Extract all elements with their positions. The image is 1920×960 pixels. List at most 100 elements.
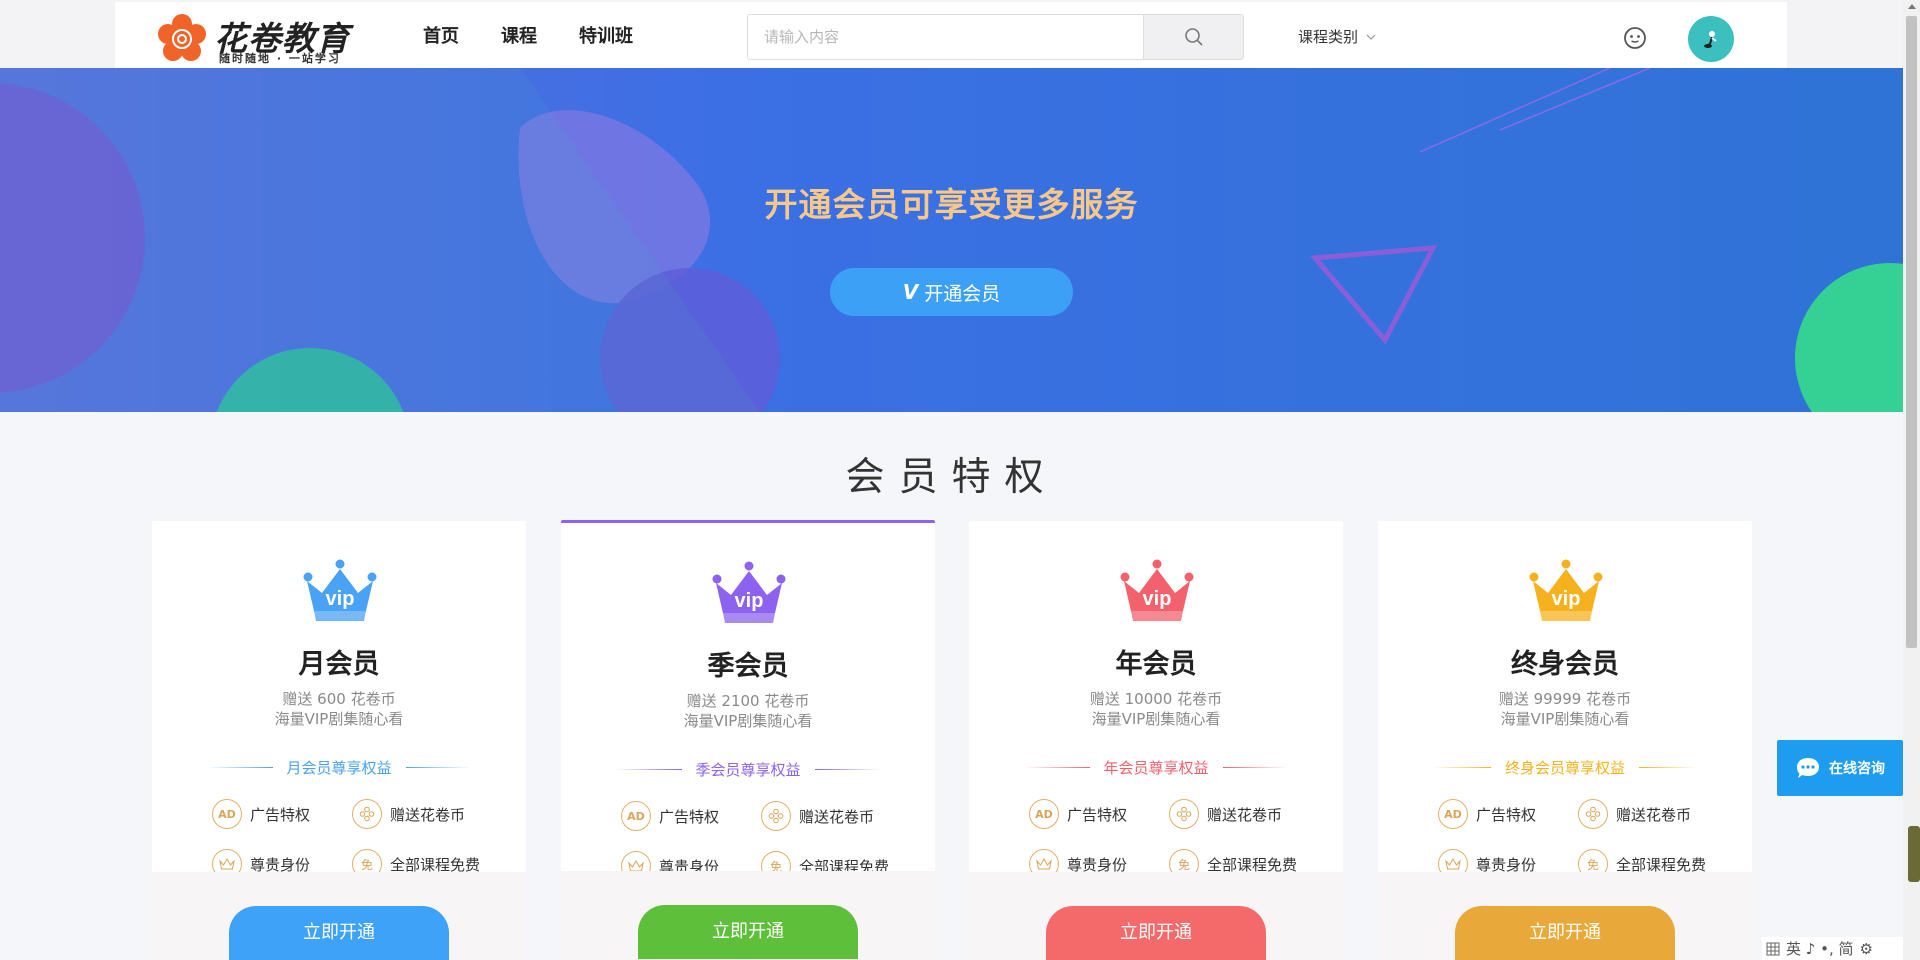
nav-home[interactable]: 首页 [423, 22, 459, 48]
rights-divider: 年会员尊享权益 [1024, 757, 1289, 777]
membership-card: vip 季会员 赠送 2100 花卷币 海量VIP剧集随心看 季会员尊享权益 AD 广告特权… [561, 520, 935, 959]
grid-icon [1766, 942, 1780, 955]
rights-divider: 季会员尊享权益 [616, 759, 881, 779]
user-avatar[interactable] [1688, 16, 1734, 62]
scroll-thumb[interactable] [1906, 16, 1917, 648]
chat-bubble-icon [1797, 758, 1819, 778]
open-now-button[interactable]: 立即开通 [1455, 906, 1675, 960]
card-footer: 立即开通 [969, 872, 1343, 960]
feature-list: AD 广告特权 赠送花卷币 尊贵身份免全部课程免费 [621, 801, 921, 881]
coins-icon [1578, 799, 1608, 829]
ad-icon: AD [1029, 799, 1059, 829]
feature-label: 赠送花卷币 [390, 805, 466, 824]
feature-label: 广告特权 [1067, 805, 1128, 824]
rights-title: 季会员尊享权益 [695, 760, 801, 779]
vip-crown-icon: vip [303, 559, 377, 621]
membership-card: vip 终身会员赠送 99999 花卷币 海量VIP剧集随心看终身会员尊享权益 AD 广… [1378, 521, 1752, 960]
card-bonus: 赠送 600 花卷币 [282, 690, 396, 708]
card-desc-line: 海量VIP剧集随心看 [1091, 710, 1221, 728]
card-bonus: 赠送 2100 花卷币 [686, 692, 810, 710]
online-consult-label: 在线咨询 [1829, 761, 1885, 777]
svg-text:vip: vip [1143, 588, 1172, 610]
feature-coins: 赠送花卷币 [1169, 799, 1329, 829]
feature-ad: AD 广告特权 [212, 799, 352, 829]
card-bonus: 赠送 10000 花卷币 [1089, 690, 1223, 708]
feature-label: 广告特权 [250, 805, 311, 824]
vip-crown-icon: vip [1120, 559, 1194, 621]
feature-label: 赠送花卷币 [1616, 805, 1692, 824]
open-now-button[interactable]: 立即开通 [638, 905, 858, 959]
section-title: 会员特权 [845, 455, 1058, 500]
card-desc-line: 海量VIP剧集随心看 [274, 710, 404, 728]
vip-crown-icon: vip [1529, 559, 1603, 621]
feature-label: 广告特权 [659, 807, 720, 826]
logo[interactable]: 花卷教育 随时随地 · 一站学习 [157, 12, 357, 65]
main-nav: 首页 课程 特训班 [423, 22, 675, 48]
ime-label: 英 ♪ •, 简 [1786, 940, 1854, 958]
card-title: 月会员 [298, 649, 380, 680]
open-membership-button[interactable]: V 开通会员 [830, 268, 1073, 316]
search-button[interactable] [1143, 15, 1243, 59]
ime-toolbar[interactable]: 英 ♪ •, 简 ⚙ [1762, 937, 1903, 960]
feature-label: 广告特权 [1476, 805, 1537, 824]
rights-title: 年会员尊享权益 [1103, 758, 1209, 777]
header: 花卷教育 随时随地 · 一站学习 首页 课程 特训班 课程类别 [115, 2, 1787, 68]
rights-title: 终身会员尊享权益 [1505, 758, 1626, 777]
logo-subtitle: 随时随地 · 一站学习 [219, 52, 341, 65]
ad-icon: AD [1438, 799, 1468, 829]
search-icon [1184, 28, 1203, 46]
flower-logo-icon [158, 14, 206, 61]
card-title: 年会员 [1115, 649, 1197, 680]
chevron-down-icon [1366, 34, 1376, 40]
open-membership-label: 开通会员 [924, 282, 1001, 305]
card-footer: 立即开通 [152, 872, 526, 960]
scrollbar[interactable] [1903, 0, 1920, 960]
feature-coins: 赠送花卷币 [1578, 799, 1738, 829]
feature-coins: 赠送花卷币 [352, 799, 512, 829]
card-desc-line: 海量VIP剧集随心看 [683, 712, 813, 730]
svg-text:vip: vip [735, 590, 764, 612]
card-title: 终身会员 [1511, 649, 1619, 680]
card-description: 赠送 600 花卷币 海量VIP剧集随心看 [152, 689, 526, 729]
scroll-up-arrow-icon[interactable] [1908, 4, 1916, 9]
hero-banner: 开通会员可享受更多服务 V 开通会员 [0, 68, 1903, 412]
rights-divider: 终身会员尊享权益 [1433, 757, 1698, 777]
card-description: 赠送 99999 花卷币 海量VIP剧集随心看 [1378, 689, 1752, 729]
card-description: 赠送 10000 花卷币 海量VIP剧集随心看 [969, 689, 1343, 729]
category-label: 课程类别 [1298, 28, 1359, 46]
avatar-figure-icon [1704, 31, 1717, 48]
feature-coins: 赠送花卷币 [761, 801, 921, 831]
feature-list: AD 广告特权 赠送花卷币 尊贵身份免全部课程免费 [1438, 799, 1738, 879]
svg-text:vip: vip [1552, 588, 1581, 610]
message-icon[interactable] [1623, 26, 1647, 50]
search-box [747, 14, 1244, 60]
coins-icon [761, 801, 791, 831]
category-dropdown[interactable]: 课程类别 [1298, 26, 1376, 47]
nav-courses[interactable]: 课程 [501, 22, 537, 48]
feature-label: 赠送花卷币 [1207, 805, 1283, 824]
nav-training[interactable]: 特训班 [579, 22, 633, 48]
feature-ad: AD 广告特权 [1438, 799, 1578, 829]
card-description: 赠送 2100 花卷币 海量VIP剧集随心看 [561, 691, 935, 731]
card-title: 季会员 [707, 651, 789, 682]
coins-icon [352, 799, 382, 829]
open-now-button[interactable]: 立即开通 [1046, 906, 1266, 960]
ad-icon: AD [621, 801, 651, 831]
feature-list: AD 广告特权 赠送花卷币 尊贵身份免全部课程免费 [212, 799, 512, 879]
gear-icon[interactable]: ⚙ [1860, 940, 1873, 958]
search-input[interactable] [748, 15, 1143, 59]
card-footer: 立即开通 [1378, 872, 1752, 960]
rights-title: 月会员尊享权益 [286, 758, 392, 777]
card-footer: 立即开通 [561, 871, 935, 959]
ad-icon: AD [212, 799, 242, 829]
vip-crown-icon: vip [712, 561, 786, 623]
ime-side-widget [1908, 826, 1920, 882]
coins-icon [1169, 799, 1199, 829]
banner-decoration [0, 68, 1903, 412]
feature-ad: AD 广告特权 [1029, 799, 1169, 829]
online-consult-button[interactable]: 在线咨询 [1777, 740, 1903, 796]
banner-title: 开通会员可享受更多服务 [764, 185, 1139, 224]
card-bonus: 赠送 99999 花卷币 [1498, 690, 1632, 708]
open-now-button[interactable]: 立即开通 [229, 906, 449, 960]
rights-divider: 月会员尊享权益 [207, 757, 472, 777]
